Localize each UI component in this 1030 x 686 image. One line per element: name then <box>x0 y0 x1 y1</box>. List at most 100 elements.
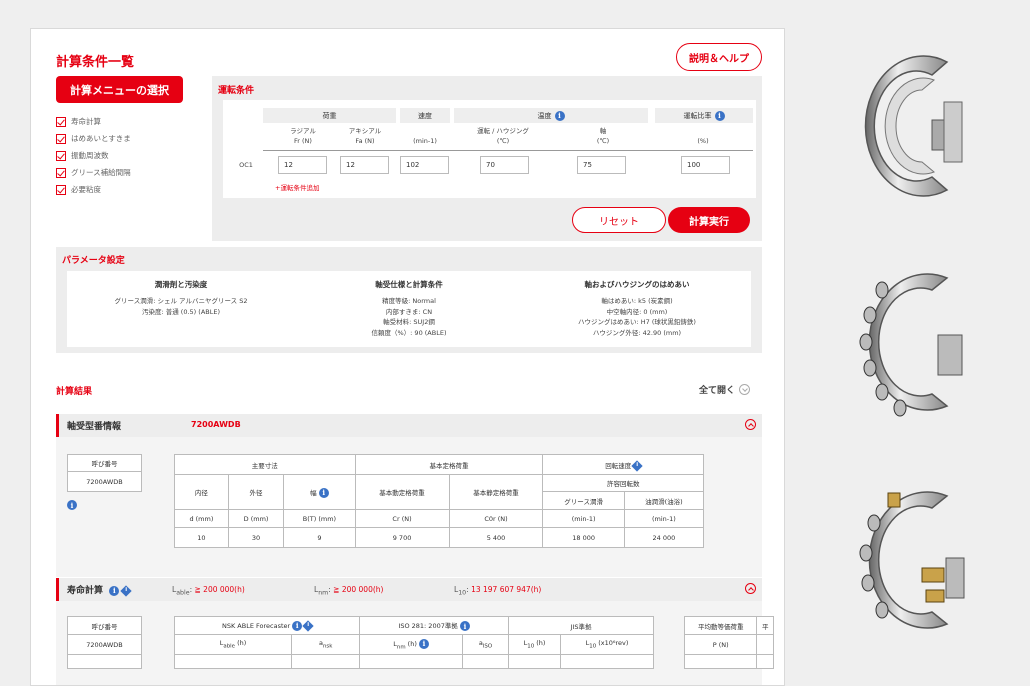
ratio-header: 運転比率 i <box>655 108 753 123</box>
speed-input[interactable]: 102 <box>400 156 449 174</box>
outer-temp-input[interactable]: 70 <box>480 156 529 174</box>
value-cell: 24 000 <box>623 527 705 548</box>
designation-link[interactable]: 7200AWDB <box>67 471 142 492</box>
info-diamond-icon[interactable]: i <box>302 619 315 632</box>
chevron-up-icon[interactable] <box>745 419 756 430</box>
empty-cell <box>173 654 293 669</box>
param-line: ハウジング外径: 42.90 (mm) <box>592 328 682 337</box>
jis-group: JIS準拠 <box>508 616 654 635</box>
unit-cell: Cr (N) <box>354 509 450 528</box>
checkbox-icon[interactable] <box>56 150 66 161</box>
l-able-value: Lable: ≧ 200 000(h) <box>172 585 245 597</box>
truncated-header: 平 <box>756 616 774 635</box>
shaft-temp-label: 軸 <box>599 127 607 135</box>
chevron-down-icon <box>739 384 751 395</box>
param-line: 軸はめあい: k5 (炭素鋼) <box>601 297 673 305</box>
info-icon[interactable]: i <box>67 500 77 510</box>
help-button[interactable]: 説明＆ヘルプ <box>676 43 762 71</box>
param-line: 信頼度（%）: 90 (ABLE) <box>371 328 447 337</box>
temp-header-label: 温度 <box>537 111 552 120</box>
value-cell: 5 400 <box>448 527 544 548</box>
operating-title: 運転条件 <box>218 86 255 96</box>
empty-cell <box>683 654 758 669</box>
ratio-unit: (%) <box>697 137 709 145</box>
chevron-up-icon[interactable] <box>745 583 756 594</box>
header-divider <box>263 150 753 151</box>
select-menu-button[interactable]: 計算メニューの選択 <box>56 76 183 103</box>
shaft-temp-input[interactable]: 75 <box>577 156 626 174</box>
value-cell: 9 <box>283 527 356 548</box>
value-cell: 18 000 <box>542 527 625 548</box>
empty-cell <box>67 654 142 669</box>
info-icon[interactable]: i <box>318 487 329 498</box>
menu-item-vibration[interactable]: 振動周波数 <box>56 147 131 164</box>
menu-item-life[interactable]: 寿命計算 <box>56 113 131 130</box>
info-icon[interactable]: i <box>554 110 565 121</box>
info-icon[interactable]: i <box>459 621 470 631</box>
bearing-spec-table: 主要寸法 基本定格荷重 回転速度 i 内径 外径 幅 i 基本動定格荷重 基本静… <box>174 454 705 548</box>
ratio-input[interactable]: 100 <box>681 156 730 174</box>
fr-input[interactable]: 12 <box>278 156 327 174</box>
shaft-temp-header: 軸 (℃) <box>563 126 643 146</box>
menu-item-viscosity[interactable]: 必要粘度 <box>56 181 131 198</box>
axial-unit: Fa (N) <box>355 137 375 145</box>
value-cell: 9 700 <box>354 527 450 548</box>
speed-header: 速度 <box>400 108 450 123</box>
life-calc-header[interactable]: 寿命計算 i i Lable: ≧ 200 000(h) Lnm: ≧ 200 … <box>56 578 762 601</box>
menu-item-fit[interactable]: はめあいとすきま <box>56 130 131 147</box>
col-unit: (x10⁶rev) <box>598 639 629 648</box>
param-line: ハウジングはめあい: H7 (球状黒鉛鋳鉄) <box>578 318 696 326</box>
info-diamond-icon[interactable]: i <box>631 459 643 472</box>
shaft-temp-unit: (℃) <box>596 137 610 145</box>
equiv-load-header: 平均動等価荷重 <box>683 616 758 635</box>
info-icon[interactable]: i <box>292 620 303 631</box>
outer-temp-unit: (℃) <box>496 137 510 145</box>
fa-input[interactable]: 12 <box>340 156 389 174</box>
able-group-label: NSK ABLE Forecaster <box>221 621 291 630</box>
col-l10rev: L10 (x10⁶rev) <box>560 634 654 655</box>
unit-cell: D (mm) <box>227 509 285 528</box>
add-condition-link[interactable]: +運転条件追加 <box>275 183 319 193</box>
menu-item-grease[interactable]: グリース補給間隔 <box>56 164 131 181</box>
page-title: 計算条件一覧 <box>56 55 135 70</box>
unit-cell: (min-1) <box>542 509 625 528</box>
empty-cell <box>560 654 654 669</box>
l10-text: 13 197 607 947(h) <box>471 585 542 594</box>
info-icon[interactable]: i <box>109 585 120 596</box>
expand-all-button[interactable]: 全て開く <box>699 383 751 396</box>
empty-cell <box>359 654 463 669</box>
col-aiso: aISO <box>461 634 510 655</box>
operating-conditions-panel: 運転条件 荷重 速度 温度 i 運転比率 i ラジアル Fr (N) アキシアル Fa … <box>212 76 762 241</box>
info-icon[interactable]: i <box>714 110 725 121</box>
parameter-content: 潤滑剤と汚染度 グリース潤滑: シェル アルバニヤグリース S2 汚染度: 普通… <box>67 271 751 347</box>
col-outer: 外径 <box>227 474 285 510</box>
designation-link[interactable]: 7200AWDB <box>67 634 142 655</box>
info-icon[interactable]: i <box>418 638 429 649</box>
l-nm-value: Lnm: ≧ 200 000(h) <box>314 585 384 597</box>
expand-all-label: 全て開く <box>699 386 736 396</box>
axial-label: アキシアル <box>348 127 382 135</box>
bearing-info-header[interactable]: 軸受型番情報 7200AWDB <box>56 414 762 437</box>
empty-cell <box>508 654 562 669</box>
bearing-image-2 <box>859 273 963 417</box>
checkbox-icon[interactable] <box>56 116 66 127</box>
calculate-button[interactable]: 計算実行 <box>668 207 750 233</box>
designation-header: 呼び番号 <box>67 454 142 472</box>
col-unit: (h) <box>237 639 247 648</box>
calc-conditions-card: 計算条件一覧 説明＆ヘルプ 計算メニューの選択 寿命計算 はめあいとすきま 振動… <box>30 28 785 686</box>
checkbox-icon[interactable] <box>56 167 66 178</box>
unit-cell: B(T) (mm) <box>283 509 356 528</box>
param-line: 精度等級: Normal <box>382 297 436 305</box>
empty-cell <box>756 654 774 669</box>
col-static: 基本静定格荷重 <box>448 474 544 510</box>
speed-header-label: 回転速度 <box>605 461 632 470</box>
menu-item-label: 振動周波数 <box>71 151 109 160</box>
bearing-model: 7200AWDB <box>191 420 241 429</box>
reset-button[interactable]: リセット <box>572 207 666 233</box>
checkbox-icon[interactable] <box>56 133 66 144</box>
outer-temp-label: 運転 / ハウジング <box>477 127 529 135</box>
designation-table: 呼び番号 7200AWDB <box>67 454 142 492</box>
life-calc-body: 呼び番号 7200AWDB NSK ABLE Forecaster i i IS… <box>56 601 774 685</box>
info-diamond-icon[interactable]: i <box>120 584 133 597</box>
checkbox-icon[interactable] <box>56 184 66 195</box>
